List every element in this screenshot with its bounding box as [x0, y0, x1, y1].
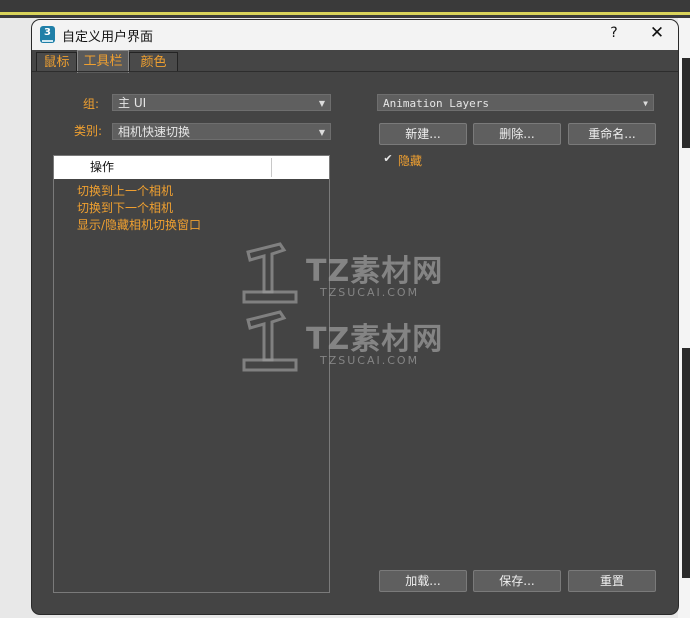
- category-dropdown[interactable]: 相机快速切换 ▼: [112, 123, 331, 140]
- watermark-subtext: TZSUCAI.COM: [320, 354, 420, 367]
- background-viewport-panel: [682, 348, 690, 578]
- chevron-down-icon: ▼: [318, 128, 325, 137]
- tab-toolbars[interactable]: 工具栏: [77, 50, 129, 73]
- action-list[interactable]: 操作 切换到上一个相机 切换到下一个相机 显示/隐藏相机切换窗口: [53, 155, 330, 593]
- toolbar-dropdown[interactable]: Animation Layers ▼: [377, 94, 654, 111]
- column-separator[interactable]: [271, 158, 272, 177]
- customize-ui-dialog: 3 自定义用户界面 ? ✕ 鼠标 工具栏 颜色 组: 主 UI ▼ 类别: 相机…: [32, 20, 678, 614]
- reset-button[interactable]: 重置: [568, 570, 656, 592]
- app-3ds-icon: 3: [40, 26, 55, 43]
- list-header: 操作: [54, 156, 329, 179]
- background-viewport-panel: [682, 58, 690, 148]
- save-button[interactable]: 保存...: [473, 570, 561, 592]
- background-viewport-edge: [678, 18, 690, 618]
- column-header-action[interactable]: 操作: [90, 156, 114, 179]
- close-icon[interactable]: ✕: [645, 23, 669, 43]
- category-label: 类别:: [74, 124, 103, 138]
- background-accent-line: [0, 12, 690, 15]
- chevron-down-icon: ▼: [643, 99, 648, 108]
- chevron-down-icon: ▼: [318, 99, 325, 108]
- background-app-toolbar: [0, 0, 690, 18]
- dialog-title: 自定义用户界面: [62, 30, 154, 45]
- list-item[interactable]: 切换到上一个相机: [77, 182, 173, 199]
- group-label: 组:: [83, 97, 100, 111]
- list-item[interactable]: 显示/隐藏相机切换窗口: [77, 216, 201, 233]
- delete-toolbar-button[interactable]: 删除...: [473, 123, 561, 145]
- rename-toolbar-button[interactable]: 重命名...: [568, 123, 656, 145]
- tab-divider: [32, 71, 678, 72]
- tab-mouse[interactable]: 鼠标: [36, 52, 77, 72]
- tab-bar: 鼠标 工具栏 颜色: [32, 50, 678, 73]
- watermark-subtext: TZSUCAI.COM: [320, 286, 420, 299]
- category-dropdown-value: 相机快速切换: [118, 125, 191, 139]
- title-bar: 3 自定义用户界面 ? ✕: [32, 20, 678, 50]
- group-dropdown-value: 主 UI: [118, 96, 147, 110]
- tab-colors[interactable]: 颜色: [129, 52, 178, 72]
- load-button[interactable]: 加载...: [379, 570, 467, 592]
- hide-checkbox[interactable]: ✔: [382, 153, 394, 165]
- help-button[interactable]: ?: [604, 25, 624, 41]
- group-dropdown[interactable]: 主 UI ▼: [112, 94, 331, 111]
- new-toolbar-button[interactable]: 新建...: [379, 123, 467, 145]
- toolbar-dropdown-value: Animation Layers: [383, 97, 489, 110]
- hide-checkbox-label: 隐藏: [398, 154, 423, 168]
- list-item[interactable]: 切换到下一个相机: [77, 199, 173, 216]
